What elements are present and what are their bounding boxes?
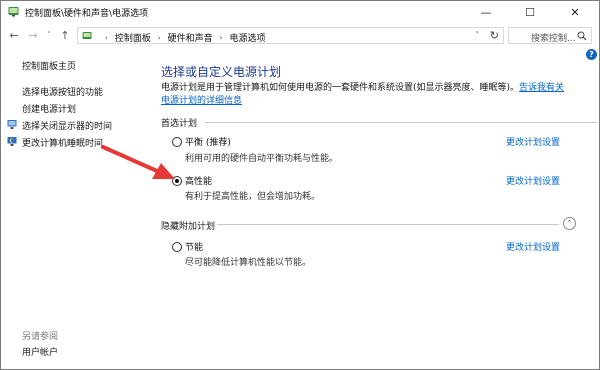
sidebar: 控制面板主页 选择电源按钮的功能 创建电源计划 选择关闭显示器的时间 更改计算机… (1, 49, 146, 369)
refresh-icon[interactable]: ↻ (490, 29, 499, 42)
see-also-heading: 另请参阅 (22, 332, 59, 342)
section-divider (205, 122, 597, 123)
recent-locations-button[interactable]: ˅ (44, 27, 54, 43)
breadcrumb-control-panel[interactable]: 控制面板 (115, 31, 151, 44)
display-shield-icon (7, 120, 17, 129)
sidebar-item-user-accounts[interactable]: 用户帐户 (22, 345, 58, 358)
red-arrow-icon (101, 145, 175, 179)
navigation-bar: ← → ˅ ↑ › 控制面板 › 硬件和声音 › 电源选项 ˅ ↻ 搜索控制..… (1, 24, 599, 48)
change-plan-settings-balanced[interactable]: 更改计划设置 (506, 135, 560, 148)
control-panel-window: 控制面板\硬件和声音\电源选项 — ☐ ✕ ← → ˅ ↑ › 控制面板 › 硬… (0, 0, 600, 370)
close-button[interactable]: ✕ (553, 1, 597, 23)
minimize-button[interactable]: — (464, 1, 508, 23)
page-title: 选择或自定义电源计划 (161, 65, 282, 79)
address-bar[interactable]: › 控制面板 › 硬件和声音 › 电源选项 ˅ ↻ (77, 27, 504, 44)
preferred-plans-label: 首选计划 (161, 119, 198, 129)
breadcrumb-separator-icon[interactable]: › (220, 34, 223, 42)
plan-desc-balanced: 利用可用的硬件自动平衡功耗与性能。 (185, 154, 339, 164)
sidebar-item-home[interactable]: 控制面板主页 (22, 59, 76, 72)
collapse-icon[interactable]: ⌃ (563, 217, 576, 230)
hidden-plans-label: 隐藏附加计划 (161, 222, 216, 232)
plan-name-high-performance[interactable]: 高性能 (185, 174, 212, 187)
maximize-button[interactable]: ☐ (508, 1, 552, 23)
change-plan-settings-high-performance[interactable]: 更改计划设置 (506, 174, 560, 187)
control-panel-icon (8, 7, 19, 17)
forward-button[interactable]: → (26, 27, 40, 43)
sidebar-item-display-off[interactable]: 选择关闭显示器的时间 (22, 119, 112, 132)
sidebar-item-power-button[interactable]: 选择电源按钮的功能 (22, 85, 103, 98)
sidebar-item-create-plan[interactable]: 创建电源计划 (22, 102, 76, 115)
plan-desc-high-performance: 有利于提高性能，但会增加功耗。 (185, 192, 321, 202)
control-panel-icon (82, 32, 92, 39)
title-bar: 控制面板\硬件和声音\电源选项 — ☐ ✕ (1, 1, 599, 23)
breadcrumb-hardware-sound[interactable]: 硬件和声音 (168, 31, 213, 44)
breadcrumb-separator-icon: › (105, 33, 108, 42)
window-title: 控制面板\硬件和声音\电源选项 (25, 9, 149, 19)
breadcrumb: › 控制面板 › 硬件和声音 › 电源选项 (98, 31, 265, 45)
chevron-down-icon[interactable]: ˅ (476, 31, 480, 39)
breadcrumb-separator-icon[interactable]: › (158, 34, 161, 42)
radio-power-saver[interactable] (172, 242, 182, 252)
change-plan-settings-power-saver[interactable]: 更改计划设置 (506, 240, 560, 253)
page-description: 电源计划是用于管理计算机如何使用电源的一套硬件和系统设置(如显示器亮度、睡眠等)… (161, 82, 573, 108)
search-input[interactable]: 搜索控制... (508, 27, 592, 44)
main-content: 选择或自定义电源计划 电源计划是用于管理计算机如何使用电源的一套硬件和系统设置(… (161, 49, 597, 369)
up-button[interactable]: ↑ (58, 27, 72, 43)
sidebar-item-sleep-time[interactable]: 更改计算机睡眠时间 (22, 136, 103, 149)
plan-name-balanced[interactable]: 平衡 (推荐) (185, 135, 231, 148)
plan-desc-power-saver: 尽可能降低计算机性能以节能。 (185, 258, 312, 268)
back-button[interactable]: ← (7, 27, 21, 43)
search-icon (577, 31, 587, 41)
section-divider (217, 224, 559, 225)
search-placeholder: 搜索控制... (531, 34, 576, 44)
plan-name-power-saver[interactable]: 节能 (185, 240, 203, 253)
breadcrumb-power-options[interactable]: 电源选项 (229, 31, 265, 44)
moon-shield-icon (7, 137, 17, 146)
description-text: 电源计划是用于管理计算机如何使用电源的一套硬件和系统设置(如显示器亮度、睡眠等)… (161, 83, 520, 93)
